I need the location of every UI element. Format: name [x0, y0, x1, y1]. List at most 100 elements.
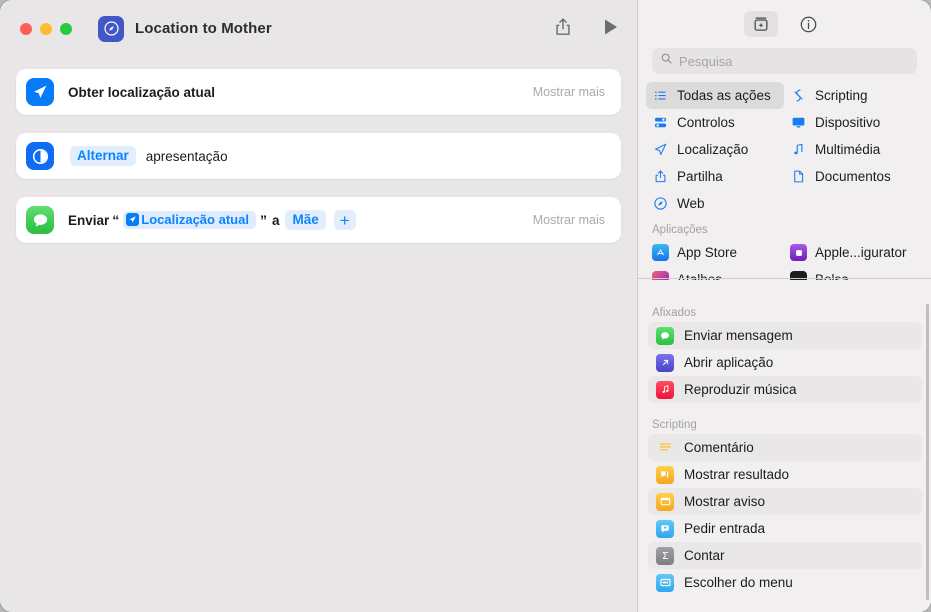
controls-icon	[652, 114, 669, 131]
category-label: Todas as ações	[677, 88, 771, 103]
list-item-comentario[interactable]: Comentário	[648, 434, 922, 461]
open-quote: “	[112, 212, 120, 228]
traffic-lights	[20, 22, 72, 35]
category-label: Multimédia	[815, 142, 881, 157]
toggle-verb-token[interactable]: Alternar	[70, 146, 136, 166]
alert-window-icon	[656, 492, 674, 511]
sigma-count-icon	[656, 546, 674, 565]
list-item-label: Mostrar resultado	[684, 467, 790, 482]
category-multimedia[interactable]: Multimédia	[784, 136, 931, 163]
navigation-arrow-icon	[126, 213, 140, 226]
messages-bubble-icon	[26, 206, 54, 234]
info-circle-icon[interactable]	[792, 11, 826, 37]
send-prefix-label: Enviar	[68, 212, 110, 228]
action-body: Enviar “ Localização atual ” a Mãe +	[68, 210, 356, 230]
category-scripting[interactable]: Scripting	[784, 82, 931, 109]
category-web[interactable]: Web	[646, 190, 784, 217]
category-controlos[interactable]: Controlos	[646, 109, 784, 136]
page-title: Location to Mother	[135, 20, 272, 37]
list-item-escolher-do-menu[interactable]: Escolher do menu	[648, 569, 922, 596]
minimize-window-button[interactable]	[40, 22, 52, 35]
music-note-icon	[656, 380, 674, 399]
connector-label: a	[271, 212, 280, 228]
action-body: Alternar apresentação	[68, 146, 228, 166]
play-icon[interactable]	[599, 14, 623, 40]
action-card-get-current-location[interactable]: Obter localização atual Mostrar mais	[16, 69, 621, 115]
list-item-label: Enviar mensagem	[684, 328, 793, 343]
category-label: Localização	[677, 142, 749, 157]
apps-group-label: Aplicações	[652, 224, 708, 236]
category-label: Dispositivo	[815, 115, 881, 130]
show-more-link[interactable]: Mostrar mais	[533, 85, 605, 99]
category-grid: Todas as ações Scripting Controlos Dispo…	[638, 82, 931, 217]
list-item-pedir-entrada[interactable]: Pedir entrada	[648, 515, 922, 542]
share-icon[interactable]	[551, 14, 575, 40]
messages-bubble-icon	[656, 326, 674, 345]
list-item-label: Comentário	[684, 440, 754, 455]
list-item-label: Mostrar aviso	[684, 494, 766, 509]
document-icon	[790, 168, 807, 185]
show-result-icon	[656, 465, 674, 484]
comment-lines-icon	[656, 439, 674, 457]
list-item-mostrar-resultado[interactable]: Mostrar resultado	[648, 461, 922, 488]
list-item-enviar-mensagem[interactable]: Enviar mensagem	[648, 322, 922, 349]
sidebar-toolbar	[638, 0, 931, 48]
window-titlebar: Location to Mother	[0, 0, 637, 57]
actions-list-scroll-area[interactable]: Afixados Enviar mensagem Abrir aplicação	[638, 300, 931, 612]
pinned-group-label: Afixados	[652, 307, 697, 319]
category-scroll-area[interactable]: Todas as ações Scripting Controlos Dispo…	[638, 82, 931, 280]
compass-icon	[98, 15, 124, 42]
list-item-abrir-aplicacao[interactable]: Abrir aplicação	[648, 349, 922, 376]
list-item-label: Abrir aplicação	[684, 355, 774, 370]
scripting-icon	[790, 87, 807, 104]
music-note-icon	[790, 141, 807, 158]
category-documentos[interactable]: Documentos	[784, 163, 931, 190]
variable-token-current-location[interactable]: Localização atual	[123, 211, 256, 229]
action-title: Obter localização atual	[68, 84, 216, 100]
app-label: Apple...igurator	[815, 245, 907, 260]
search-input[interactable]	[679, 53, 909, 69]
close-window-button[interactable]	[20, 22, 32, 35]
close-quote: ”	[259, 212, 267, 228]
action-card-send-message[interactable]: Enviar “ Localização atual ” a Mãe + Mos…	[16, 197, 621, 243]
recipient-token[interactable]: Mãe	[285, 210, 326, 230]
toggle-object-label: apresentação	[145, 148, 228, 164]
category-todas-as-acoes[interactable]: Todas as ações	[646, 82, 784, 109]
action-library-sidebar: Todas as ações Scripting	[637, 0, 931, 612]
list-item-contar[interactable]: Contar	[648, 542, 922, 569]
category-partilha[interactable]: Partilha	[646, 163, 784, 190]
titlebar-actions	[551, 14, 623, 40]
category-label: Documentos	[815, 169, 891, 184]
app-store-icon	[652, 244, 669, 261]
app-item-apple-configurator[interactable]: Apple...igurator	[784, 239, 931, 266]
zoom-window-button[interactable]	[60, 22, 72, 35]
category-localizacao[interactable]: Localização	[646, 136, 784, 163]
action-card-toggle-appearance[interactable]: Alternar apresentação	[16, 133, 621, 179]
sidebar-scrollbar[interactable]	[926, 304, 929, 600]
list-item-label: Reproduzir música	[684, 382, 797, 397]
app-label: App Store	[677, 245, 738, 260]
search-field[interactable]	[652, 48, 917, 74]
list-item-label: Pedir entrada	[684, 521, 766, 536]
open-app-arrow-icon	[656, 353, 674, 372]
location-arrow-icon	[652, 141, 669, 158]
share-up-icon	[652, 168, 669, 185]
sidebar-divider	[638, 278, 931, 279]
show-more-link[interactable]: Mostrar mais	[533, 213, 605, 227]
list-item-mostrar-aviso[interactable]: Mostrar aviso	[648, 488, 922, 515]
action-library-icon[interactable]	[743, 11, 778, 37]
scripting-group-label: Scripting	[652, 419, 697, 431]
list-item-reproduzir-musica[interactable]: Reproduzir música	[648, 376, 922, 403]
category-dispositivo[interactable]: Dispositivo	[784, 109, 931, 136]
safari-compass-icon	[652, 195, 669, 212]
search-icon	[660, 52, 673, 70]
category-label: Controlos	[677, 115, 735, 130]
display-icon	[790, 114, 807, 131]
workflow-canvas: Obter localização atual Mostrar mais Alt…	[0, 57, 637, 612]
add-recipient-button[interactable]: +	[333, 210, 356, 230]
app-item-app-store[interactable]: App Store	[646, 239, 784, 266]
shortcuts-window: Location to Mother Obter localização atu…	[0, 0, 931, 612]
list-item-label: Escolher do menu	[684, 575, 793, 590]
list-bottom-fade	[638, 604, 931, 612]
apple-configurator-icon	[790, 244, 807, 261]
